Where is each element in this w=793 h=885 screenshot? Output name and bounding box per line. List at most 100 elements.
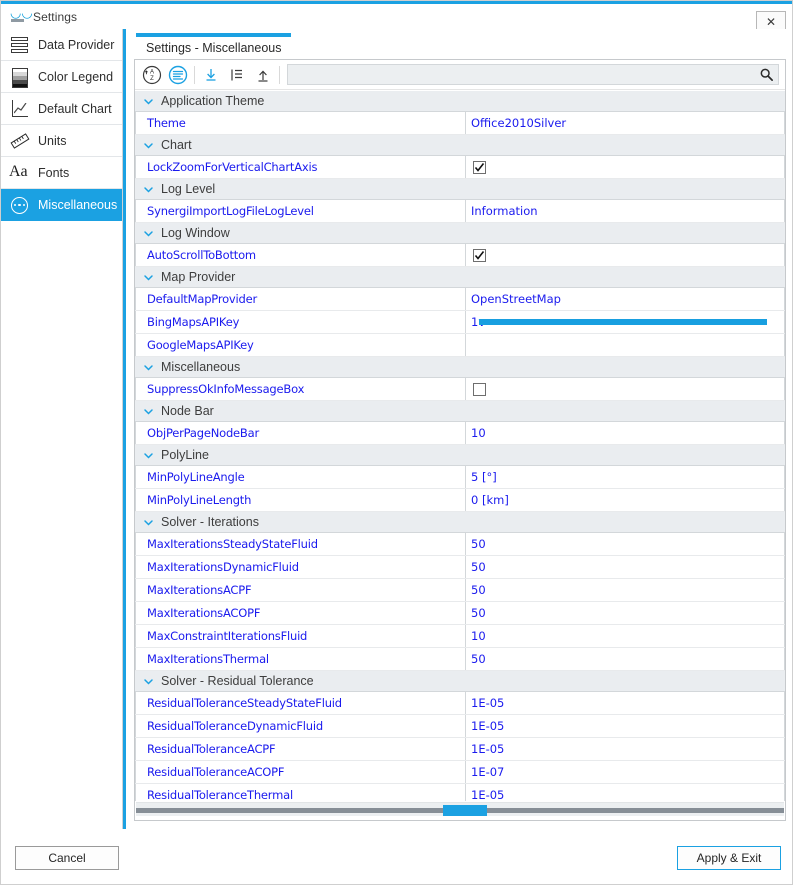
property-name: MaxIterationsSteadyStateFluid [135, 533, 466, 555]
svg-text:Z: Z [150, 76, 154, 82]
property-value[interactable]: 5 [°] [466, 466, 785, 488]
property-value[interactable]: Information [466, 200, 785, 222]
category-header[interactable]: Log Level [135, 179, 785, 200]
database-icon [9, 34, 31, 56]
category-header[interactable]: Solver - Residual Tolerance [135, 671, 785, 692]
chevron-down-icon[interactable] [142, 271, 155, 284]
property-value[interactable]: OpenStreetMap [466, 288, 785, 310]
chevron-down-icon[interactable] [142, 95, 155, 108]
property-value[interactable]: 10 [466, 422, 785, 444]
chevron-down-icon [143, 184, 154, 195]
category-header[interactable]: Miscellaneous [135, 357, 785, 378]
property-value[interactable] [466, 156, 785, 178]
sidebar-item-color-legend[interactable]: Color Legend [1, 61, 122, 93]
chevron-down-icon[interactable] [142, 675, 155, 688]
property-value[interactable]: 50 [466, 556, 785, 578]
category-header[interactable]: Node Bar [135, 401, 785, 422]
property-value[interactable]: 1E-05 [466, 738, 785, 760]
property-value[interactable]: 50 [466, 648, 785, 670]
redaction-bar [479, 319, 767, 325]
checkbox[interactable] [473, 161, 486, 174]
property-value[interactable]: 1E-05 [466, 715, 785, 737]
category-header[interactable]: Application Theme [135, 91, 785, 112]
property-row: MaxIterationsSteadyStateFluid50 [135, 533, 785, 556]
property-value[interactable]: 1v [466, 311, 785, 333]
property-value[interactable]: 1E-07 [466, 761, 785, 783]
category-header[interactable]: PolyLine [135, 445, 785, 466]
line-chart-icon [9, 98, 31, 120]
dialog-footer: Cancel Apply & Exit [1, 833, 793, 885]
category-header[interactable]: Solver - Iterations [135, 512, 785, 533]
scrollbar-thumb[interactable] [443, 805, 487, 816]
property-name: ResidualToleranceACPF [135, 738, 466, 760]
property-name: ResidualToleranceDynamicFluid [135, 715, 466, 737]
property-value[interactable]: 50 [466, 602, 785, 624]
download-arrow-icon [201, 65, 221, 85]
property-value[interactable] [466, 334, 785, 356]
property-value[interactable]: 1E-05 [466, 692, 785, 714]
property-value[interactable]: 10 [466, 625, 785, 647]
property-value[interactable]: 50 [466, 533, 785, 555]
chevron-down-icon [143, 140, 154, 151]
chevron-down-icon[interactable] [142, 139, 155, 152]
chevron-down-icon [143, 96, 154, 107]
category-title: Solver - Iterations [161, 515, 259, 529]
property-name: ObjPerPageNodeBar [135, 422, 466, 444]
property-toolbar: A Z [135, 60, 785, 90]
apply-and-exit-button[interactable]: Apply & Exit [677, 846, 781, 870]
horizontal-scrollbar[interactable] [136, 802, 784, 816]
sidebar-item-default-chart[interactable]: Default Chart [1, 93, 122, 125]
chevron-down-icon[interactable] [142, 361, 155, 374]
category-header[interactable]: Map Provider [135, 267, 785, 288]
chevron-down-icon[interactable] [142, 516, 155, 529]
category-title: PolyLine [161, 448, 209, 462]
sort-alphabetical-button[interactable]: A Z [139, 62, 165, 88]
collapse-all-button[interactable] [198, 62, 224, 88]
tab-strip: Settings - Miscellaneous [136, 33, 786, 59]
property-name: MaxIterationsDynamicFluid [135, 556, 466, 578]
property-row: GoogleMapsAPIKey [135, 334, 785, 357]
checkbox[interactable] [473, 249, 486, 262]
category-header[interactable]: Chart [135, 135, 785, 156]
chevron-down-icon[interactable] [142, 227, 155, 240]
property-value[interactable]: Office2010Silver [466, 112, 785, 134]
sidebar-item-label: Fonts [38, 166, 69, 180]
property-name: MaxIterationsACOPF [135, 602, 466, 624]
property-row: ThemeOffice2010Silver [135, 112, 785, 135]
cancel-button[interactable]: Cancel [15, 846, 119, 870]
category-header[interactable]: Log Window [135, 223, 785, 244]
chevron-down-icon[interactable] [142, 449, 155, 462]
property-name: SuppressOkInfoMessageBox [135, 378, 466, 400]
property-panel: A Z [134, 59, 786, 821]
property-value[interactable] [466, 244, 785, 266]
chevron-down-icon [143, 228, 154, 239]
search-box[interactable] [287, 64, 779, 85]
category-title: Log Level [161, 182, 215, 196]
sidebar-item-miscellaneous[interactable]: Miscellaneous [1, 189, 122, 221]
sidebar-item-units[interactable]: Units [1, 125, 122, 157]
color-legend-icon [9, 66, 31, 88]
load-defaults-button[interactable] [250, 62, 276, 88]
sidebar-item-data-provider[interactable]: Data Provider [1, 29, 122, 61]
property-value[interactable] [466, 378, 785, 400]
categorize-icon [168, 65, 188, 85]
checkbox[interactable] [473, 383, 486, 396]
property-name: ResidualToleranceACOPF [135, 761, 466, 783]
property-row: ResidualToleranceSteadyStateFluid1E-05 [135, 692, 785, 715]
sidebar-item-fonts[interactable]: AaFonts [1, 157, 122, 189]
property-row: ObjPerPageNodeBar10 [135, 422, 785, 445]
search-icon[interactable] [759, 67, 774, 87]
property-row: MinPolyLineLength0 [km] [135, 489, 785, 512]
property-value[interactable]: 1E-05 [466, 784, 785, 801]
chevron-down-icon [143, 450, 154, 461]
property-value[interactable]: 50 [466, 579, 785, 601]
tab-settings-miscellaneous[interactable]: Settings - Miscellaneous [136, 33, 291, 57]
search-input[interactable] [288, 69, 778, 81]
expand-all-button[interactable] [224, 62, 250, 88]
chevron-down-icon[interactable] [142, 183, 155, 196]
categorized-button[interactable] [165, 62, 191, 88]
chevron-down-icon[interactable] [142, 405, 155, 418]
property-row: AutoScrollToBottom [135, 244, 785, 267]
property-value[interactable]: 0 [km] [466, 489, 785, 511]
property-name: MinPolyLineAngle [135, 466, 466, 488]
